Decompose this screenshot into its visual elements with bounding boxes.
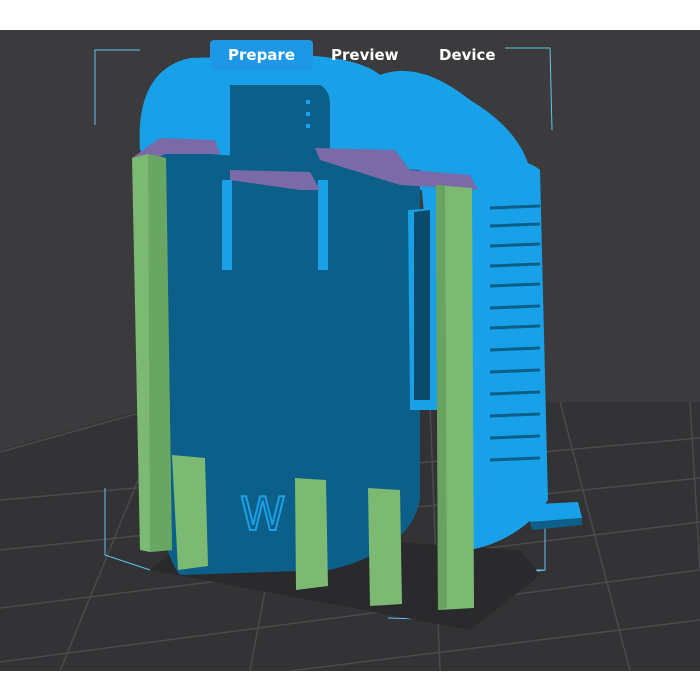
3d-viewport[interactable]: W Prepare Preview Device — [0, 30, 700, 671]
build-plate-scene[interactable]: W — [0, 30, 700, 671]
support-pillar — [295, 478, 328, 590]
tab-device[interactable]: Device — [421, 40, 514, 70]
support-pillar — [172, 455, 208, 570]
model-logo-text: W — [240, 487, 285, 541]
front-slot-right — [318, 180, 328, 270]
view-mode-tabs: Prepare Preview Device — [0, 40, 700, 72]
front-slot-left — [222, 180, 232, 270]
front-window-dark — [414, 210, 430, 400]
tab-prepare[interactable]: Prepare — [210, 40, 313, 70]
support-pillar — [368, 488, 402, 606]
tab-preview[interactable]: Preview — [313, 40, 417, 70]
